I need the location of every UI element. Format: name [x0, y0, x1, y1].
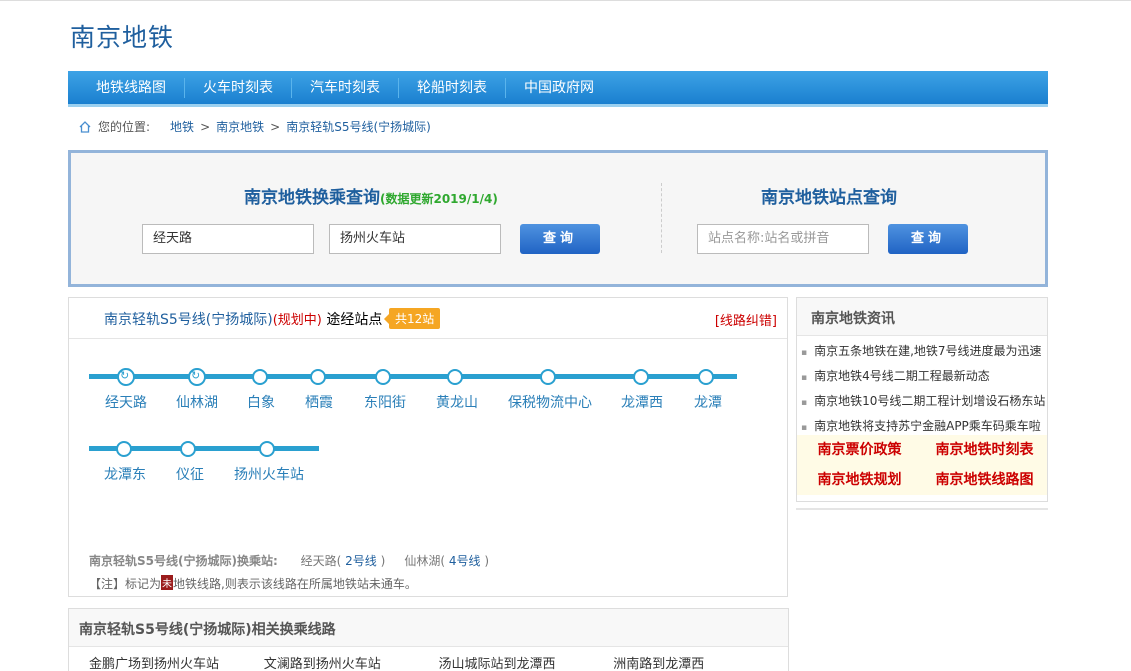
station-search-input[interactable]: 站点名称:站名或拼音 — [697, 224, 869, 254]
transfer-line-link[interactable]: 2号线 — [345, 554, 377, 568]
line-stations-panel: 南京轻轨S5号线(宁扬城际)(规划中) 途经站点 共12站 [线路纠错] 经天路… — [68, 297, 788, 597]
line-note: 【注】标记为未地铁线路,则表示该线路在所属地铁站未通车。 — [89, 575, 417, 591]
station-node[interactable] — [447, 369, 463, 385]
line-correction-link[interactable]: [线路纠错] — [715, 310, 777, 329]
station-node[interactable] — [633, 369, 649, 385]
station-label[interactable]: 龙潭西 — [621, 392, 663, 412]
breadcrumb-current-line[interactable]: 南京轻轨S5号线(宁扬城际) — [286, 118, 431, 135]
transfer-search-button[interactable]: 查询 — [520, 224, 600, 254]
station-node[interactable] — [698, 369, 714, 385]
data-update-note: (数据更新2019/1/4) — [380, 192, 498, 206]
station-label[interactable]: 经天路 — [105, 392, 147, 412]
line-header: 南京轻轨S5号线(宁扬城际)(规划中) 途经站点 共12站 [线路纠错] — [69, 298, 787, 339]
station-label[interactable]: 仪征 — [176, 464, 204, 484]
metro-plan-link[interactable]: 南京地铁规划 — [797, 465, 922, 495]
station-node[interactable] — [116, 441, 132, 457]
main-nav: 地铁线路图 火车时刻表 汽车时刻表 轮船时刻表 中国政府网 — [68, 71, 1048, 107]
station-node[interactable] — [252, 369, 268, 385]
station-label[interactable]: 栖霞 — [305, 392, 333, 412]
station-node-transfer[interactable] — [188, 368, 206, 386]
news-item[interactable]: 南京地铁10号线二期工程计划增设石杨东站 — [801, 389, 1047, 414]
station-node[interactable] — [180, 441, 196, 457]
news-divider — [796, 508, 1048, 510]
breadcrumb-label: 您的位置: — [98, 120, 151, 134]
transfer-close: ) — [484, 554, 490, 568]
nav-item-metro-map[interactable]: 地铁线路图 — [78, 77, 185, 98]
station-node[interactable] — [375, 369, 391, 385]
news-item[interactable]: 南京地铁4号线二期工程最新动态 — [801, 364, 1047, 389]
related-route-link[interactable]: 汤山城际站到龙潭西 — [439, 653, 614, 671]
news-item[interactable]: 南京五条地铁在建,地铁7号线进度最为迅速 — [801, 339, 1047, 364]
transfer-stations-row: 南京轻轨S5号线(宁扬城际)换乘站: 经天路( 2号线 ) 仙林湖( 4号线 ) — [89, 552, 489, 569]
station-label[interactable]: 龙潭东 — [104, 464, 146, 484]
news-quick-links: 南京票价政策 南京地铁时刻表 南京地铁规划 南京地铁线路图 — [797, 435, 1047, 495]
station-node[interactable] — [540, 369, 556, 385]
breadcrumb-metro[interactable]: 地铁 — [170, 118, 194, 135]
station-label[interactable]: 东阳街 — [364, 392, 406, 412]
related-route-link[interactable]: 文澜路到扬州火车站 — [264, 653, 439, 671]
line-name[interactable]: 南京轻轨S5号线(宁扬城际) — [104, 312, 273, 328]
breadcrumb-sep: > — [270, 119, 281, 134]
station-label[interactable]: 龙潭 — [694, 392, 722, 412]
breadcrumb-sep: > — [200, 119, 211, 134]
search-divider — [661, 183, 662, 253]
station-node-transfer[interactable] — [117, 368, 135, 386]
nav-item-train-schedule[interactable]: 火车时刻表 — [185, 77, 292, 98]
related-route-link[interactable]: 洲南路到龙潭西 — [613, 653, 788, 671]
station-label[interactable]: 仙林湖 — [176, 392, 218, 412]
to-station-input[interactable]: 扬州火车站 — [329, 224, 501, 254]
transfer-search-title: 南京地铁换乘查询(数据更新2019/1/4) — [244, 188, 498, 208]
news-title: 南京地铁资讯 — [797, 298, 1047, 336]
via-label: 途经站点 — [326, 312, 383, 328]
home-icon — [79, 120, 91, 133]
nav-item-gov-site[interactable]: 中国政府网 — [506, 78, 612, 98]
station-search-button[interactable]: 查询 — [888, 224, 968, 254]
transfer-close: ) — [380, 554, 386, 568]
related-routes-panel: 南京轻轨S5号线(宁扬城际)相关换乘线路 金鹏广场到扬州火车站 文澜路到扬州火车… — [68, 608, 789, 671]
station-node[interactable] — [259, 441, 275, 457]
station-search-title: 南京地铁站点查询 — [761, 188, 897, 208]
station-node[interactable] — [310, 369, 326, 385]
timetable-link[interactable]: 南京地铁时刻表 — [922, 435, 1047, 465]
fare-policy-link[interactable]: 南京票价政策 — [797, 435, 922, 465]
from-station-input[interactable]: 经天路 — [142, 224, 314, 254]
station-count-badge: 共12站 — [383, 308, 441, 329]
nav-item-ferry-schedule[interactable]: 轮船时刻表 — [399, 77, 506, 98]
top-border — [0, 0, 1131, 1]
related-list: 金鹏广场到扬州火车站 文澜路到扬州火车站 汤山城际站到龙潭西 洲南路到龙潭西 — [69, 647, 788, 671]
search-panel: 南京地铁换乘查询(数据更新2019/1/4) 经天路 扬州火车站 查询 南京地铁… — [68, 150, 1048, 287]
station-label[interactable]: 保税物流中心 — [508, 392, 592, 412]
line-status: (规划中) — [272, 313, 322, 328]
station-label[interactable]: 白象 — [247, 392, 275, 412]
station-label[interactable]: 黄龙山 — [436, 392, 478, 412]
related-route-link[interactable]: 金鹏广场到扬州火车站 — [89, 653, 264, 671]
transfer-label: 南京轻轨S5号线(宁扬城际)换乘站: — [89, 554, 278, 568]
not-open-mark: 未 — [161, 575, 174, 590]
transfer-line-link[interactable]: 4号线 — [449, 554, 481, 568]
related-title: 南京轻轨S5号线(宁扬城际)相关换乘线路 — [69, 609, 788, 647]
news-list: 南京五条地铁在建,地铁7号线进度最为迅速 南京地铁4号线二期工程最新动态 南京地… — [797, 336, 1047, 439]
metro-map-link[interactable]: 南京地铁线路图 — [922, 465, 1047, 495]
breadcrumb: 您的位置: 地铁 > 南京地铁 > 南京轻轨S5号线(宁扬城际) — [78, 118, 431, 135]
station-label[interactable]: 扬州火车站 — [234, 464, 304, 484]
breadcrumb-nanjing-metro[interactable]: 南京地铁 — [216, 118, 264, 135]
line-title: 南京轻轨S5号线(宁扬城际)(规划中) 途经站点 — [104, 309, 382, 329]
site-brand[interactable]: 南京地铁 — [70, 18, 174, 54]
nav-item-bus-schedule[interactable]: 汽车时刻表 — [292, 77, 399, 98]
news-panel: 南京地铁资讯 南京五条地铁在建,地铁7号线进度最为迅速 南京地铁4号线二期工程最… — [796, 297, 1048, 502]
transfer-station-name: 经天路( — [300, 554, 342, 568]
transfer-station-name: 仙林湖( — [404, 554, 446, 568]
